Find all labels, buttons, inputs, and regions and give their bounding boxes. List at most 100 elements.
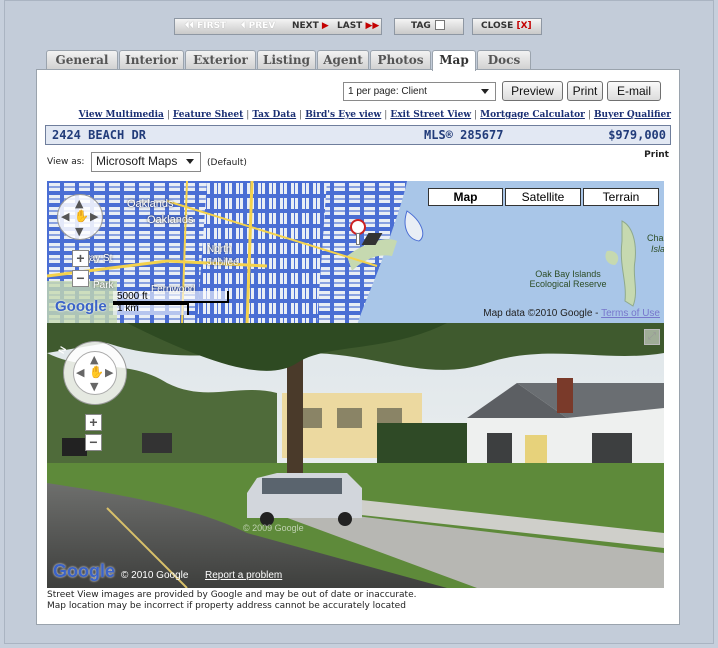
last-button[interactable]: LAST ▶▶: [337, 19, 379, 34]
tax-data-link[interactable]: Tax Data: [252, 110, 296, 120]
action-links: View Multimedia | Feature Sheet | Tax Data | B…: [79, 110, 671, 120]
view-as-row: View as: Microsoft Maps (Default) Print: [45, 150, 671, 173]
hand-icon: ✋: [89, 365, 104, 379]
streetview-copyright: © 2010 Google: [121, 570, 189, 581]
map-print-link[interactable]: Print: [644, 150, 669, 160]
tab-general[interactable]: General: [46, 50, 118, 70]
preview-button[interactable]: Preview: [502, 81, 563, 101]
streetview-watermark: © 2009 Google: [243, 523, 304, 533]
close-x-icon: [X]: [516, 21, 532, 31]
map-scale-bar: 5000 ft 1 km: [113, 291, 229, 315]
streetview-pan-control[interactable]: ▲ ◀ ✋ ▶ ▼: [63, 341, 127, 405]
map-label-island-reserve: Oak Bay Islands Ecological Reserve: [523, 269, 613, 289]
map-type-terrain-button[interactable]: Terrain: [583, 188, 659, 206]
street-view-image: [47, 323, 664, 588]
tab-map[interactable]: Map: [432, 50, 476, 71]
map-provider-select[interactable]: Microsoft Maps: [91, 152, 201, 172]
pan-down-icon[interactable]: ▼: [90, 380, 98, 393]
report-format-select[interactable]: 1 per page: Client: [343, 82, 496, 101]
prev-button[interactable]: ⏴ PREV: [241, 19, 275, 34]
first-label: FIRST: [197, 21, 227, 31]
last-arrow-icon: ▶▶: [365, 21, 380, 31]
feature-sheet-link[interactable]: Feature Sheet: [173, 110, 243, 120]
tab-exterior[interactable]: Exterior: [185, 50, 256, 70]
map-label-north: North: [207, 244, 232, 255]
tab-photos[interactable]: Photos: [370, 50, 431, 70]
disclaimer-streetview: Street View images are provided by Googl…: [47, 590, 417, 600]
map-label-jubilee: Jubilee: [207, 257, 239, 268]
tag-button[interactable]: TAG: [394, 18, 464, 35]
tab-docs[interactable]: Docs: [477, 50, 531, 70]
streetview-zoom-in-button[interactable]: +: [85, 414, 102, 431]
map-label-isla: Isla: [651, 244, 664, 254]
pan-right-icon[interactable]: ▶: [105, 366, 113, 379]
fullscreen-icon[interactable]: ⤢: [644, 329, 660, 345]
map-attribution: Map data ©2010 Google - Terms of Use: [483, 308, 660, 319]
first-button[interactable]: ⏴⏴ FIRST: [185, 19, 226, 34]
report-problem-link[interactable]: Report a problem: [205, 570, 282, 581]
link-separator: |: [474, 110, 478, 120]
link-separator: |: [384, 110, 388, 120]
map-attribution-text: Map data ©2010 Google -: [483, 308, 602, 319]
terms-of-use-link[interactable]: Terms of Use: [601, 308, 660, 319]
tab-agent[interactable]: Agent: [317, 50, 369, 70]
report-format-value: 1 per page: Client: [348, 86, 427, 97]
island-label-text: Oak Bay Islands Ecological Reserve: [529, 269, 607, 289]
link-separator: |: [587, 110, 591, 120]
tag-label: TAG: [411, 21, 431, 31]
map-label-oaklands-2: Oaklands: [147, 214, 194, 226]
listing-header-bar: 2424 BEACH DR MLS® 285677 $979,000: [45, 125, 671, 145]
buyer-qualifier-link[interactable]: Buyer Qualifier: [594, 110, 671, 120]
email-button[interactable]: E-mail: [607, 81, 661, 101]
tab-listing[interactable]: Listing: [257, 50, 316, 70]
map-panel: 1 per page: Client Preview Print E-mail …: [36, 69, 680, 625]
streetview-zoom-out-button[interactable]: −: [85, 434, 102, 451]
prev-label: PREV: [248, 21, 276, 31]
link-separator: |: [246, 110, 250, 120]
map-label-park: Park: [93, 280, 114, 291]
nav-button-group: ⏴⏴ FIRST ⏴ PREV NEXT ▶ LAST ▶▶: [174, 18, 382, 35]
street-view[interactable]: ▲ ◀ ✋ ▶ ▼ N + − ⤢ © 2009 Google Google ©…: [47, 323, 664, 588]
map-label-oaklands: Oaklands: [127, 198, 174, 210]
pan-down-icon[interactable]: ▼: [75, 225, 83, 238]
view-multimedia-link[interactable]: View Multimedia: [79, 110, 164, 120]
default-note: (Default): [207, 158, 247, 168]
map-label-cha: Cha: [647, 233, 664, 243]
next-label: NEXT: [292, 21, 319, 31]
scale-ft-label: 5000 ft: [117, 291, 148, 302]
pan-left-icon[interactable]: ◀: [61, 210, 69, 223]
pan-left-icon[interactable]: ◀: [76, 366, 84, 379]
google-logo[interactable]: Google: [55, 298, 107, 315]
map-zoom-in-button[interactable]: +: [72, 250, 89, 267]
view-as-label: View as:: [47, 157, 85, 167]
listing-price: $979,000: [608, 128, 666, 142]
mortgage-calculator-link[interactable]: Mortgage Calculator: [480, 110, 585, 120]
link-separator: |: [166, 110, 170, 120]
next-button[interactable]: NEXT ▶: [292, 19, 329, 34]
scale-km-label: 1 km: [117, 303, 139, 314]
google-map[interactable]: Oaklands Oaklands North Jubilee Bay St P…: [47, 181, 664, 325]
listing-address: 2424 BEACH DR: [52, 128, 146, 142]
last-label: LAST: [337, 21, 363, 31]
close-button[interactable]: CLOSE [X]: [472, 18, 542, 35]
google-logo[interactable]: Google: [53, 561, 115, 582]
map-pan-control[interactable]: ▲ ◀ ✋ ▶ ▼: [57, 194, 103, 240]
map-provider-value: Microsoft Maps: [96, 154, 178, 168]
chevron-down-icon: [186, 159, 194, 164]
map-zoom-out-button[interactable]: −: [72, 270, 89, 287]
tag-checkbox[interactable]: [434, 20, 445, 30]
map-type-satellite-button[interactable]: Satellite: [505, 188, 581, 206]
print-button[interactable]: Print: [567, 81, 603, 101]
close-label: CLOSE: [481, 21, 514, 31]
disclaimer-location: Map location may be incorrect if propert…: [47, 601, 406, 611]
exit-street-view-link[interactable]: Exit Street View: [390, 110, 471, 120]
chevron-down-icon: [481, 89, 489, 94]
hand-icon: ✋: [74, 209, 89, 223]
disclaimer-notes: Street View images are provided by Googl…: [47, 590, 417, 612]
tab-interior[interactable]: Interior: [119, 50, 184, 70]
pan-right-icon[interactable]: ▶: [90, 210, 98, 223]
next-arrow-icon: ▶: [321, 21, 329, 31]
link-separator: |: [299, 110, 303, 120]
map-type-map-button[interactable]: Map: [428, 188, 503, 206]
birds-eye-view-link[interactable]: Bird's Eye view: [305, 110, 381, 120]
